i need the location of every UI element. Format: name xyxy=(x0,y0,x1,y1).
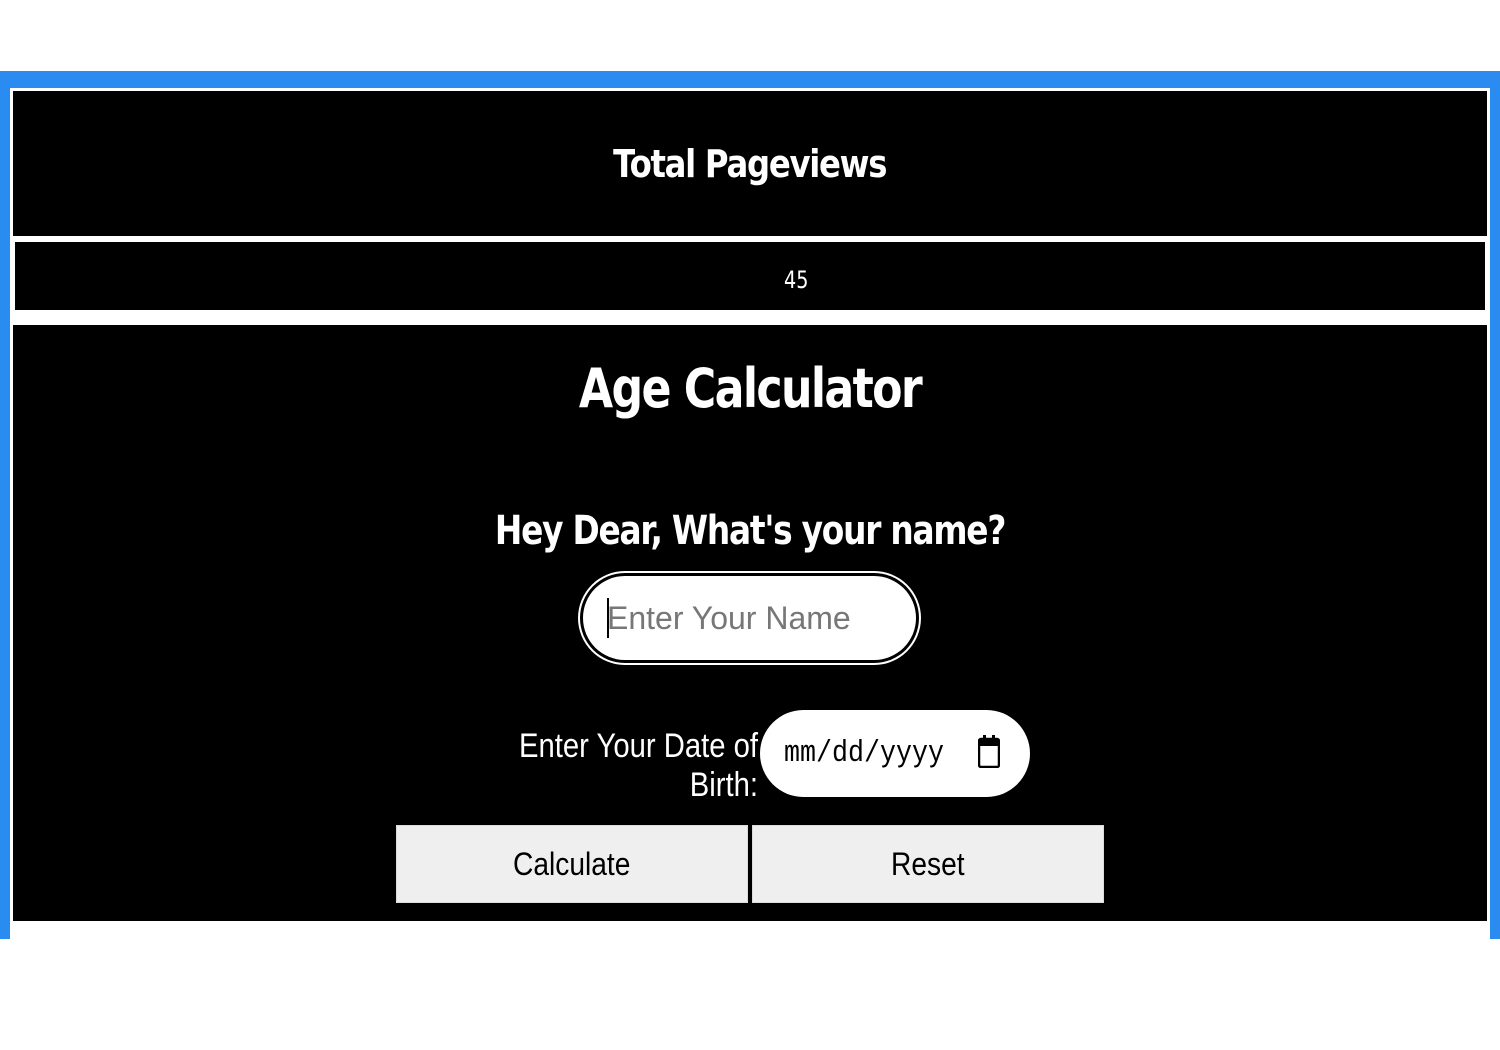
text-caret xyxy=(607,598,609,638)
reset-button[interactable]: Reset xyxy=(752,825,1104,903)
age-calculator-title: Age Calculator xyxy=(578,357,923,420)
age-calculator-panel: Age Calculator Hey Dear, What's your nam… xyxy=(13,325,1487,921)
pageviews-header: Total Pageviews xyxy=(13,91,1487,236)
calculate-button[interactable]: Calculate xyxy=(396,825,748,903)
pageviews-counter: 45 xyxy=(15,242,1485,310)
pageviews-count: 45 xyxy=(783,266,809,294)
reset-button-label: Reset xyxy=(891,845,965,882)
pageviews-title: Total Pageviews xyxy=(613,141,887,186)
content-container: Total Pageviews 45 Age Calculator Hey De… xyxy=(10,88,1490,939)
page-frame: Total Pageviews 45 Age Calculator Hey De… xyxy=(0,71,1500,939)
dob-label: Enter Your Date of Birth: xyxy=(519,727,758,804)
name-question: Hey Dear, What's your name? xyxy=(494,508,1006,554)
dob-placeholder: mm/dd/yyyy xyxy=(784,736,944,771)
name-input-wrapper xyxy=(583,576,916,660)
name-input[interactable] xyxy=(583,576,916,660)
dob-input[interactable]: mm/dd/yyyy xyxy=(760,710,1030,797)
calendar-icon[interactable] xyxy=(978,734,1000,768)
calculate-button-label: Calculate xyxy=(513,845,631,882)
